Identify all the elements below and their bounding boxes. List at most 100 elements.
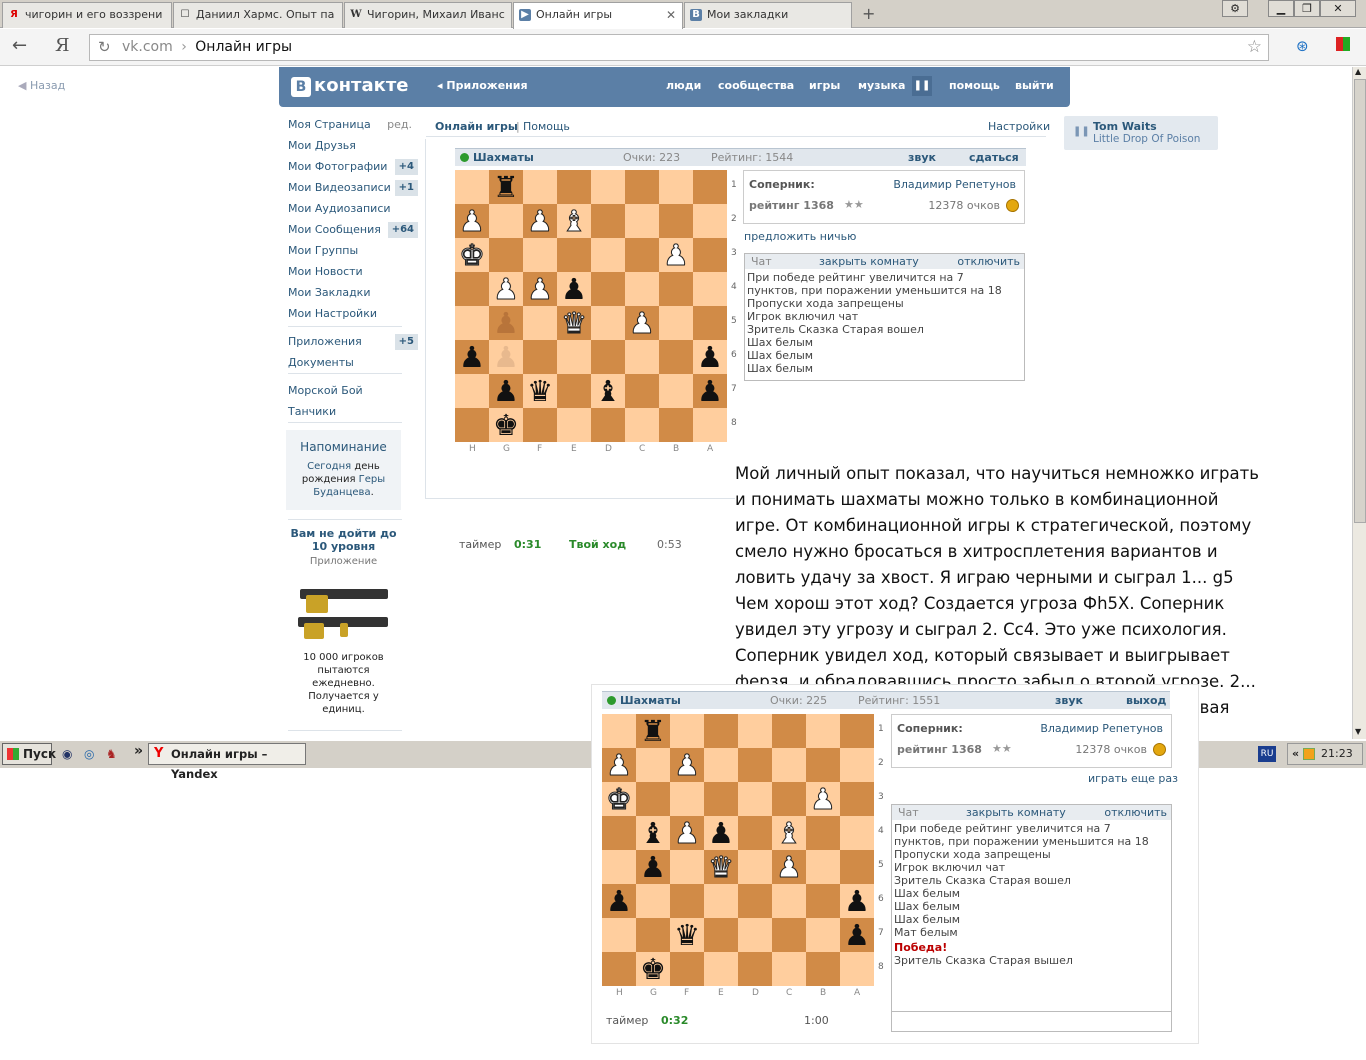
board-square[interactable] bbox=[523, 306, 557, 340]
board-square[interactable]: ♟ bbox=[704, 816, 738, 850]
board-square[interactable] bbox=[738, 884, 772, 918]
board-square[interactable] bbox=[625, 272, 659, 306]
close-room-button[interactable]: закрыть комнату bbox=[966, 806, 1066, 819]
board-square[interactable]: ♟ bbox=[489, 340, 523, 374]
play-again-link[interactable]: играть еще раз bbox=[1088, 772, 1178, 785]
board-square[interactable]: ♚ bbox=[455, 238, 489, 273]
app-promo[interactable]: Вам не дойти до 10 уровня Приложение 10 … bbox=[286, 527, 401, 716]
maximize-icon[interactable]: ❐ bbox=[1294, 0, 1320, 17]
board-square[interactable] bbox=[840, 850, 874, 884]
board-square[interactable] bbox=[840, 782, 874, 816]
white-pawn-icon[interactable]: ♟ bbox=[606, 748, 633, 783]
board-square[interactable] bbox=[840, 816, 874, 850]
settings-link[interactable]: Настройки bbox=[988, 120, 1050, 133]
board-square[interactable] bbox=[523, 340, 557, 374]
board-square[interactable]: ♚ bbox=[602, 782, 636, 817]
board-square[interactable] bbox=[738, 816, 772, 850]
sync-icon[interactable]: ⊛ bbox=[1296, 37, 1309, 55]
menu-videos[interactable]: Мои Видеозаписи +1 bbox=[288, 180, 418, 198]
apps-link[interactable]: ◂ Приложения bbox=[437, 79, 528, 92]
board-square[interactable] bbox=[659, 408, 693, 442]
close-window-icon[interactable]: ✕ bbox=[1320, 0, 1356, 17]
white-queen-icon[interactable]: ♛ bbox=[561, 306, 588, 341]
board-square[interactable]: ♚ bbox=[636, 952, 670, 986]
board-square[interactable] bbox=[591, 408, 625, 442]
board-square[interactable] bbox=[670, 850, 704, 884]
board-square[interactable]: ♟ bbox=[489, 306, 523, 340]
board-square[interactable] bbox=[772, 884, 806, 918]
nav-music[interactable]: музыка bbox=[858, 79, 905, 92]
black-pawn-icon[interactable]: ♟ bbox=[493, 374, 519, 408]
black-pawn-icon[interactable]: ♟ bbox=[697, 340, 723, 374]
track-artist[interactable]: Tom Waits bbox=[1093, 120, 1157, 133]
new-tab-icon[interactable]: + bbox=[862, 4, 875, 23]
board-square[interactable] bbox=[704, 782, 738, 816]
quicklaunch-icon[interactable]: ◉ bbox=[62, 747, 72, 761]
today-link[interactable]: Сегодня bbox=[307, 461, 351, 472]
board-square[interactable] bbox=[738, 748, 772, 782]
board-square[interactable] bbox=[636, 884, 670, 918]
black-pawn-icon[interactable]: ♟ bbox=[708, 816, 734, 850]
board-square[interactable] bbox=[693, 238, 727, 272]
black-bishop-icon[interactable]: ♝ bbox=[595, 374, 621, 408]
board-square[interactable] bbox=[455, 408, 489, 442]
nav-people[interactable]: люди bbox=[666, 79, 701, 92]
white-pawn-icon[interactable]: ♟ bbox=[493, 272, 520, 307]
app-icon[interactable]: ♞ bbox=[106, 747, 117, 761]
white-bishop-icon[interactable]: ♝ bbox=[776, 816, 803, 851]
menu-bookmarks[interactable]: Мои Закладки bbox=[288, 285, 418, 303]
pause-icon[interactable]: ❚❚ bbox=[1073, 126, 1090, 137]
black-pawn-icon[interactable]: ♟ bbox=[459, 340, 485, 374]
board-square[interactable]: ♟ bbox=[772, 850, 806, 885]
white-pawn-icon[interactable]: ♟ bbox=[810, 782, 837, 817]
board-square[interactable]: ♜ bbox=[636, 714, 670, 748]
board-square[interactable] bbox=[840, 952, 874, 986]
chess-board[interactable]: ♜ ♟ ♟ ♚ ♟ ♝ ♟ ♟ ♝ ♟ ♛ ♟ ♟ ♟ ♛ ♟ ♚ bbox=[602, 714, 874, 986]
board-square[interactable]: ♝ bbox=[636, 816, 670, 850]
board-square[interactable]: ♛ bbox=[704, 850, 738, 885]
board-square[interactable]: ♟ bbox=[489, 374, 523, 408]
edit-link[interactable]: ред. bbox=[387, 117, 412, 133]
board-square[interactable] bbox=[738, 714, 772, 748]
board-square[interactable] bbox=[455, 170, 489, 204]
board-square[interactable] bbox=[489, 204, 523, 238]
board-square[interactable] bbox=[806, 918, 840, 952]
board-square[interactable] bbox=[591, 238, 625, 272]
board-square[interactable] bbox=[636, 782, 670, 816]
board-square[interactable] bbox=[523, 238, 557, 272]
white-pawn-icon[interactable]: ♟ bbox=[629, 306, 656, 341]
board-square[interactable] bbox=[840, 714, 874, 748]
url-field[interactable]: ↻ vk.com › Онлайн игры ☆ bbox=[89, 34, 1269, 61]
menu-documents[interactable]: Документы bbox=[288, 355, 418, 373]
board-square[interactable] bbox=[625, 204, 659, 238]
sound-button[interactable]: звук bbox=[908, 150, 936, 166]
tab-online-games[interactable]: ▶ Онлайн игры ✕ bbox=[513, 2, 683, 29]
back-link[interactable]: ◀ Назад bbox=[18, 79, 65, 92]
board-square[interactable]: ♟ bbox=[670, 748, 704, 783]
board-square[interactable] bbox=[693, 204, 727, 238]
black-pawn-icon[interactable]: ♟ bbox=[697, 374, 723, 408]
board-square[interactable] bbox=[670, 714, 704, 748]
board-square[interactable] bbox=[659, 170, 693, 204]
board-square[interactable]: ♟ bbox=[693, 374, 727, 408]
board-square[interactable] bbox=[806, 884, 840, 918]
settings-gear-icon[interactable]: ⚙ bbox=[1222, 0, 1248, 17]
board-square[interactable] bbox=[602, 816, 636, 850]
board-square[interactable] bbox=[625, 170, 659, 204]
board-square[interactable] bbox=[557, 408, 591, 442]
board-square[interactable]: ♟ bbox=[840, 918, 874, 952]
board-square[interactable] bbox=[670, 952, 704, 986]
black-king-icon[interactable]: ♚ bbox=[640, 952, 666, 986]
board-square[interactable] bbox=[523, 408, 557, 442]
menu-settings[interactable]: Мои Настройки bbox=[288, 306, 418, 324]
board-square[interactable] bbox=[704, 714, 738, 748]
opponent-name[interactable]: Владимир Репетунов bbox=[893, 178, 1016, 191]
board-square[interactable] bbox=[806, 952, 840, 986]
board-square[interactable] bbox=[455, 374, 489, 408]
board-square[interactable]: ♟ bbox=[523, 272, 557, 307]
board-square[interactable]: ♟ bbox=[840, 884, 874, 918]
board-square[interactable] bbox=[704, 884, 738, 918]
white-bishop-icon[interactable]: ♝ bbox=[561, 204, 588, 239]
reload-icon[interactable]: ↻ bbox=[98, 35, 111, 60]
board-square[interactable]: ♟ bbox=[557, 272, 591, 306]
